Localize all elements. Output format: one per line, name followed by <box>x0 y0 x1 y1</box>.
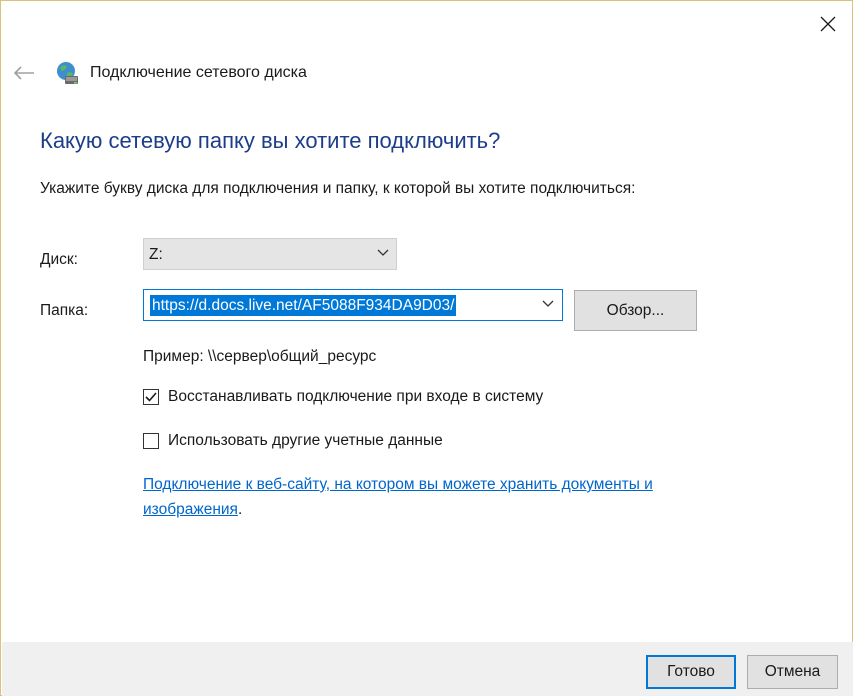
instruction-text: Укажите букву диска для подключения и па… <box>40 180 636 197</box>
folder-combobox[interactable]: https://d.docs.live.net/AF5088F934DA9D03… <box>143 289 563 321</box>
website-link[interactable]: Подключение к веб-сайту, на котором вы м… <box>143 476 653 518</box>
drive-select[interactable]: Z: <box>143 238 397 270</box>
reconnect-label[interactable]: Восстанавливать подключение при входе в … <box>168 388 543 406</box>
link-suffix: . <box>237 501 243 518</box>
map-network-drive-window: Подключение сетевого диска Какую сетевую… <box>0 0 853 696</box>
other-credentials-option[interactable]: Использовать другие учетные данные <box>143 430 443 452</box>
finish-button[interactable]: Готово <box>646 655 736 689</box>
reconnect-option[interactable]: Восстанавливать подключение при входе в … <box>143 386 543 408</box>
cancel-button[interactable]: Отмена <box>747 655 838 689</box>
close-button[interactable] <box>811 7 845 41</box>
checkmark-icon <box>145 392 157 402</box>
reconnect-checkbox[interactable] <box>143 389 159 405</box>
back-button[interactable] <box>11 61 37 85</box>
website-link-paragraph: Подключение к веб-сайту, на котором вы м… <box>143 472 753 522</box>
folder-input-value[interactable]: https://d.docs.live.net/AF5088F934DA9D03… <box>150 295 457 316</box>
close-icon <box>820 16 836 32</box>
drive-select-value: Z: <box>149 246 163 263</box>
back-arrow-icon <box>13 66 34 80</box>
example-text: Пример: \\сервер\общий_ресурс <box>143 348 377 365</box>
network-drive-icon <box>57 62 78 84</box>
button-bar: Готово Отмена <box>2 642 853 696</box>
folder-label: Папка: <box>40 302 89 319</box>
other-credentials-checkbox[interactable] <box>143 433 159 449</box>
chevron-down-icon[interactable] <box>542 300 554 308</box>
window-title: Подключение сетевого диска <box>90 64 307 81</box>
page-heading: Какую сетевую папку вы хотите подключить… <box>40 128 501 153</box>
chevron-down-icon <box>377 249 389 256</box>
browse-button[interactable]: Обзор... <box>574 290 697 331</box>
other-credentials-label[interactable]: Использовать другие учетные данные <box>168 432 443 450</box>
drive-label: Диск: <box>40 251 78 268</box>
